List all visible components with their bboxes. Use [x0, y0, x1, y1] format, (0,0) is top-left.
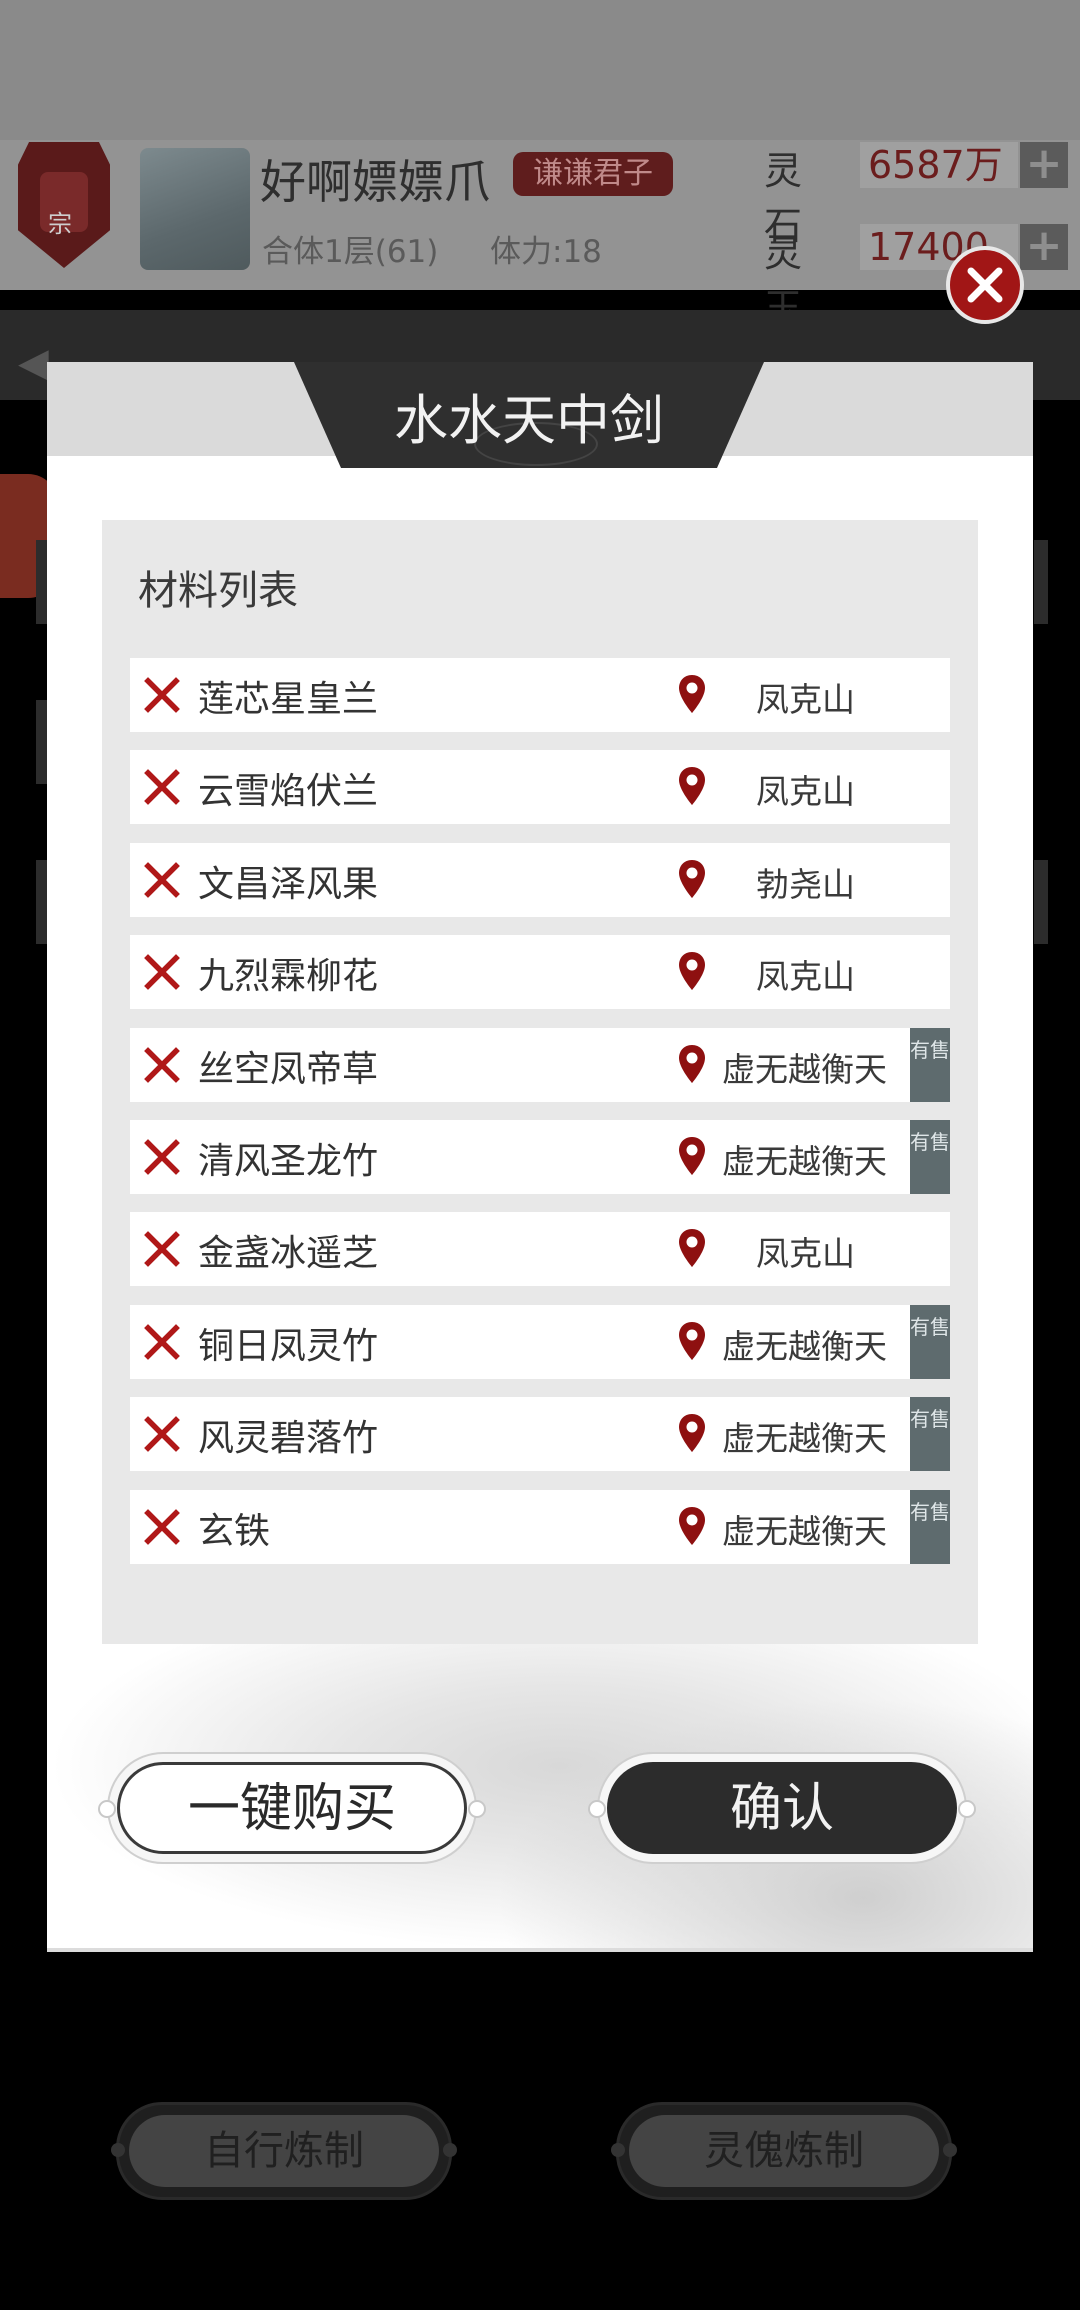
material-name: 文昌泽风果	[198, 863, 379, 905]
material-row[interactable]: 铜日凤灵竹 虚无越衡天 有售	[130, 1304, 950, 1379]
material-location[interactable]: 凤克山	[756, 950, 855, 998]
material-row[interactable]: 九烈霖柳花 凤克山	[130, 935, 950, 1010]
material-name: 风灵碧落竹	[198, 1418, 379, 1460]
map-pin-icon[interactable]	[678, 1321, 706, 1361]
confirm-button[interactable]: 确认	[588, 1752, 976, 1864]
dialog-title: 水水天中剑	[394, 389, 664, 452]
player-avatar	[140, 148, 250, 270]
material-name: 丝空凤帝草	[198, 1048, 379, 1090]
background-strip	[1034, 540, 1048, 624]
map-pin-icon[interactable]	[678, 1506, 706, 1546]
material-location[interactable]: 虚无越衡天	[722, 1135, 887, 1183]
material-row[interactable]: 清风圣龙竹 虚无越衡天 有售	[130, 1120, 950, 1194]
close-button[interactable]	[946, 246, 1024, 324]
sect-badge-text: 宗	[48, 210, 72, 238]
x-mark-icon	[144, 769, 180, 806]
map-pin-icon[interactable]	[678, 1136, 706, 1176]
currency-value: 6587万	[860, 142, 1018, 188]
material-row[interactable]: 莲芯星皇兰 凤克山	[130, 658, 950, 732]
material-name: 清风圣龙竹	[198, 1141, 379, 1182]
x-mark-icon	[144, 1139, 180, 1175]
map-pin-icon[interactable]	[678, 859, 706, 899]
confirm-label: 确认	[607, 1762, 957, 1854]
material-name: 九烈霖柳花	[198, 956, 379, 998]
back-arrow-icon: ◀	[18, 340, 49, 386]
material-row[interactable]: 文昌泽风果 勃尧山	[130, 842, 950, 917]
on-sale-badge[interactable]: 有售	[910, 1027, 950, 1102]
material-name: 玄铁	[198, 1510, 271, 1552]
on-sale-badge[interactable]: 有售	[910, 1120, 950, 1194]
material-location[interactable]: 虚无越衡天	[722, 1320, 887, 1368]
on-sale-badge[interactable]: 有售	[910, 1304, 950, 1379]
x-mark-icon	[144, 1508, 180, 1545]
material-row[interactable]: 丝空凤帝草 虚无越衡天 有售	[130, 1027, 950, 1102]
x-mark-icon	[144, 1231, 180, 1268]
map-pin-icon[interactable]	[678, 674, 706, 714]
puppet-craft-label: 灵傀炼制	[629, 2115, 939, 2187]
materials-list-heading: 材料列表	[138, 568, 298, 614]
x-mark-icon	[144, 1046, 180, 1083]
x-mark-icon	[144, 677, 180, 713]
material-location[interactable]: 虚无越衡天	[722, 1043, 887, 1091]
background-strip	[1034, 860, 1048, 944]
add-currency-button[interactable]: +	[1020, 142, 1068, 188]
map-pin-icon[interactable]	[678, 1228, 706, 1268]
map-pin-icon[interactable]	[678, 951, 706, 991]
material-name: 金盏冰遥芝	[198, 1233, 379, 1275]
player-name: 好啊嫖嫖爪	[260, 155, 490, 209]
close-icon	[967, 267, 1003, 303]
material-location[interactable]: 虚无越衡天	[722, 1412, 887, 1460]
material-row[interactable]: 玄铁 虚无越衡天 有售	[130, 1489, 950, 1564]
materials-dialog: 水水天中剑 材料列表 莲芯星皇兰 凤克山 云雪焰伏兰 凤克山 文昌泽风果 勃尧山 九烈霖柳花…	[47, 362, 1033, 1952]
buy-all-button[interactable]: 一键购买	[98, 1752, 486, 1864]
map-pin-icon[interactable]	[678, 1413, 706, 1453]
map-pin-icon[interactable]	[678, 1044, 706, 1084]
self-craft-label: 自行炼制	[129, 2115, 439, 2187]
on-sale-badge[interactable]: 有售	[910, 1489, 950, 1564]
add-currency-button[interactable]: +	[1020, 224, 1068, 270]
material-location[interactable]: 凤克山	[756, 673, 855, 721]
material-name: 莲芯星皇兰	[198, 679, 379, 720]
puppet-craft-button[interactable]: 灵傀炼制	[611, 2102, 957, 2200]
x-mark-icon	[144, 861, 180, 898]
x-mark-icon	[144, 1323, 180, 1360]
material-location[interactable]: 勃尧山	[756, 858, 855, 906]
on-sale-badge[interactable]: 有售	[910, 1397, 950, 1472]
self-craft-button[interactable]: 自行炼制	[111, 2102, 457, 2200]
player-stamina: 体力:18	[490, 234, 602, 270]
material-name: 铜日凤灵竹	[198, 1325, 379, 1367]
x-mark-icon	[144, 954, 180, 991]
material-name: 云雪焰伏兰	[198, 771, 379, 813]
player-realm: 合体1层(61)	[262, 234, 439, 270]
material-row[interactable]: 风灵碧落竹 虚无越衡天 有售	[130, 1397, 950, 1472]
material-row[interactable]: 云雪焰伏兰 凤克山	[130, 750, 950, 825]
player-title-badge: 谦谦君子	[513, 152, 673, 196]
map-pin-icon[interactable]	[678, 766, 706, 806]
materials-list-panel: 材料列表 莲芯星皇兰 凤克山 云雪焰伏兰 凤克山 文昌泽风果 勃尧山 九烈霖柳花 凤克山 丝空凤…	[102, 520, 978, 1644]
material-location[interactable]: 凤克山	[756, 1227, 855, 1275]
material-location[interactable]: 虚无越衡天	[722, 1505, 887, 1553]
material-location[interactable]: 凤克山	[756, 765, 855, 813]
x-mark-icon	[144, 1416, 180, 1453]
material-row[interactable]: 金盏冰遥芝 凤克山	[130, 1212, 950, 1287]
buy-all-label: 一键购买	[117, 1762, 467, 1854]
